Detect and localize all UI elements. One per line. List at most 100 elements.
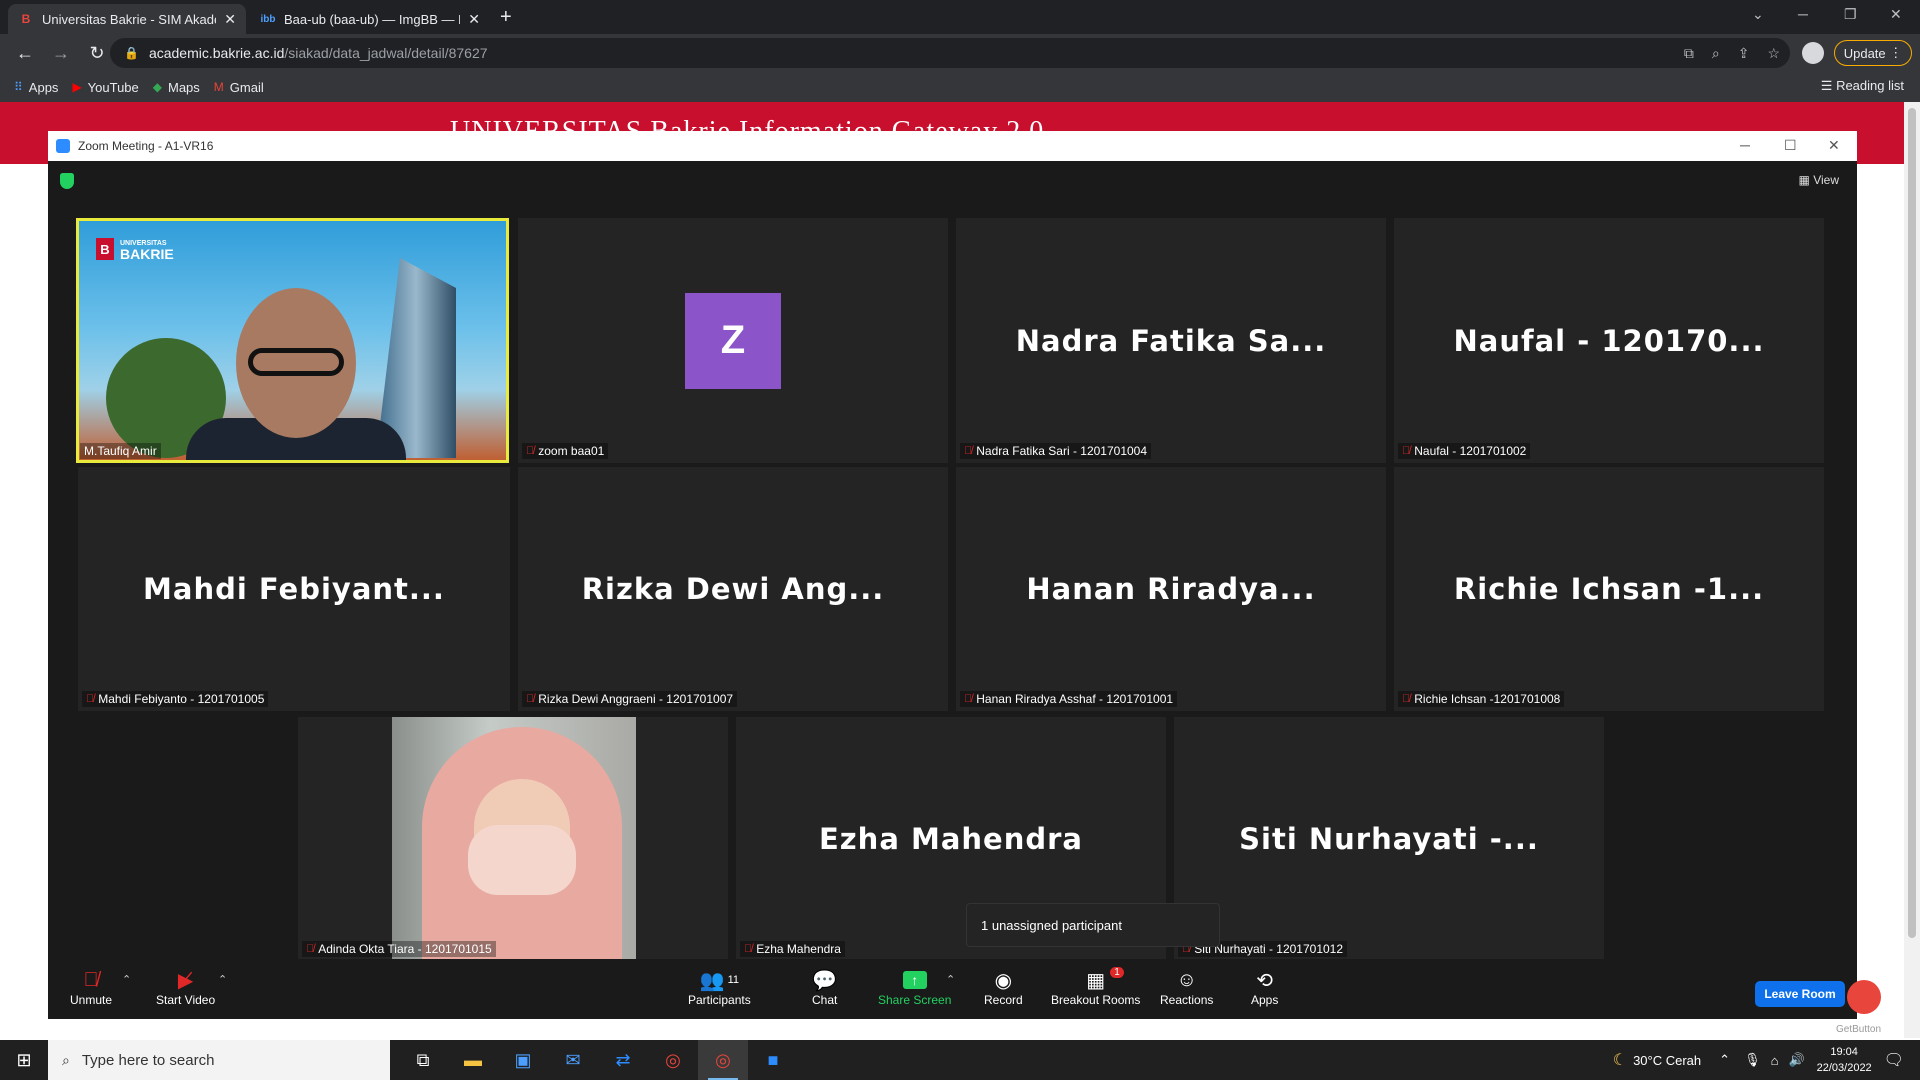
windows-start-icon[interactable]: ⊞ (0, 1040, 48, 1080)
scrollbar-thumb[interactable] (1908, 108, 1916, 938)
new-tab-button[interactable]: + (500, 6, 512, 29)
zoom-minimize-icon[interactable]: ─ (1740, 137, 1750, 153)
apps-button[interactable]: ⟲ Apps (1251, 967, 1278, 1008)
breakout-badge: 1 (1110, 967, 1124, 978)
participant-tile-adinda[interactable]: 🎙̸ Adinda Okta Tiara - 1201701015 (298, 717, 728, 961)
zoom-maximize-icon[interactable]: ☐ (1784, 137, 1797, 154)
getbutton-chat-fab[interactable] (1847, 980, 1881, 1014)
participant-tile-mahdi[interactable]: Mahdi Febiyant... 🎙̸ Mahdi Febiyanto - 12… (78, 467, 510, 711)
participant-name-label: 🎙̸ Ezha Mahendra (740, 941, 845, 957)
view-button[interactable]: ▦ View (1799, 173, 1839, 187)
page-scrollbar[interactable] (1904, 102, 1920, 1038)
tab-imgbb[interactable]: ibb Baa-ub (baa-ub) — ImgBB — Lar ✕ (250, 4, 490, 34)
imgbb-favicon-icon: ibb (260, 13, 276, 25)
share-options-caret-icon[interactable]: ⌃ (946, 973, 955, 986)
mail-icon[interactable]: ✉ (548, 1040, 598, 1080)
close-tab-icon[interactable]: ✕ (468, 11, 480, 28)
file-explorer-icon[interactable]: ▬ (448, 1040, 498, 1080)
forward-icon[interactable]: → (50, 43, 72, 64)
reactions-button[interactable]: ☺ Reactions (1160, 967, 1213, 1008)
participant-tile-hanan[interactable]: Hanan Riradya... 🎙̸ Hanan Riradya Asshaf … (956, 467, 1386, 711)
zoom-magnifier-icon[interactable]: ⌕ (1712, 45, 1720, 62)
audio-options-caret-icon[interactable]: ⌃ (122, 973, 131, 986)
muted-mic-icon: 🎙̸ (83, 968, 99, 991)
participant-tile-richie[interactable]: Richie Ichsan -1... 🎙̸ Richie Ichsan -120… (1394, 467, 1824, 711)
participant-tile-zoom-baa01[interactable]: Z 🎙̸ zoom baa01 (518, 218, 948, 463)
reading-list-button[interactable]: ☰ Reading list (1821, 78, 1904, 94)
reload-icon[interactable]: ↻ (86, 43, 108, 64)
bookmark-gmail[interactable]: M Gmail (214, 80, 264, 95)
participant-name-label: M.Taufiq Amir (80, 443, 161, 459)
weather-text[interactable]: 30°C Cerah (1633, 1053, 1701, 1068)
bookmark-star-icon[interactable]: ☆ (1767, 45, 1780, 62)
participant-name-label: 🎙̸ Rizka Dewi Anggraeni - 1201701007 (522, 691, 738, 707)
translate-icon[interactable]: ⧉ (1684, 45, 1694, 62)
participants-button[interactable]: 👥 11 Participants (688, 967, 751, 1008)
unmute-button[interactable]: 🎙̸ Unmute (70, 967, 112, 1008)
participant-display-name: Richie Ichsan -1... (1453, 572, 1765, 606)
notification-icon[interactable]: 🗨 (1884, 1050, 1904, 1070)
update-button[interactable]: Update ⋮ (1834, 40, 1912, 66)
chrome-icon[interactable]: ◎ (648, 1040, 698, 1080)
share-screen-button[interactable]: ↑ Share Screen (878, 967, 951, 1007)
back-icon[interactable]: ← (14, 43, 36, 64)
record-button[interactable]: ◉ Record (984, 967, 1023, 1008)
participant-name-label: 🎙̸ Mahdi Febiyanto - 1201701005 (82, 691, 269, 707)
video-options-caret-icon[interactable]: ⌃ (218, 973, 227, 986)
store-icon[interactable]: ▣ (498, 1040, 548, 1080)
participant-display-name: Hanan Riradya... (1026, 572, 1316, 606)
unassigned-participant-tooltip[interactable]: 1 unassigned participant (966, 903, 1220, 947)
muted-mic-icon: 🎙̸ (744, 943, 753, 955)
minimize-icon[interactable]: ─ (1798, 6, 1808, 22)
weather-icon[interactable]: ☾ (1613, 1050, 1627, 1070)
tray-chevron-icon[interactable]: ⌃ (1719, 1052, 1730, 1068)
tab-sim-akademik[interactable]: B Universitas Bakrie - SIM Akademi ✕ (8, 4, 246, 34)
encryption-shield-icon[interactable] (60, 173, 74, 189)
volume-icon[interactable]: 🔊 (1788, 1052, 1804, 1068)
microphone-icon[interactable]: 🎙 (1744, 1052, 1761, 1068)
tab-label: Baa-ub (baa-ub) — ImgBB — Lar (284, 11, 461, 27)
participant-tile-nadra[interactable]: Nadra Fatika Sa... 🎙̸ Nadra Fatika Sari -… (956, 218, 1386, 463)
zoom-taskbar-icon[interactable]: ■ (748, 1040, 798, 1080)
teamviewer-icon[interactable]: ⇄ (598, 1040, 648, 1080)
start-video-button[interactable]: ▶̸ Start Video (156, 967, 215, 1008)
participant-name-label: 🎙̸ Richie Ichsan -1201701008 (1398, 691, 1565, 707)
close-tab-icon[interactable]: ✕ (224, 11, 236, 28)
taskbar-search[interactable]: ⌕ Type here to search (48, 1040, 390, 1080)
zoom-app-icon (56, 139, 70, 153)
clock[interactable]: 19:04 22/03/2022 (1817, 1044, 1872, 1076)
tab-label: Universitas Bakrie - SIM Akademi (42, 11, 217, 27)
participant-name-label: 🎙̸ zoom baa01 (522, 443, 609, 459)
muted-mic-icon: 🎙̸ (964, 693, 973, 705)
chrome-profile-icon[interactable]: ◎ (698, 1040, 748, 1080)
muted-mic-icon: 🎙̸ (964, 445, 973, 457)
chat-button[interactable]: 💬 Chat (812, 967, 837, 1008)
tab-search-icon[interactable]: ⌄ (1752, 6, 1764, 23)
close-window-icon[interactable]: ✕ (1890, 6, 1902, 23)
participant-tile-taufiq[interactable]: B UNIVERSITAS BAKRIE M.Taufiq Amir (76, 218, 509, 463)
bookmark-maps[interactable]: ◆ Maps (153, 80, 200, 95)
participant-video (392, 717, 636, 961)
task-view-icon[interactable]: ⧉ (398, 1040, 448, 1080)
restore-icon[interactable]: ❐ (1844, 6, 1857, 23)
search-icon: ⌕ (62, 1051, 70, 1068)
participants-icon: 👥 11 (699, 969, 740, 992)
muted-mic-icon: 🎙̸ (526, 445, 535, 457)
profile-avatar[interactable] (1802, 42, 1824, 64)
share-icon[interactable]: ⇪ (1738, 45, 1750, 62)
bookmark-youtube[interactable]: ▶ YouTube (72, 80, 138, 95)
muted-mic-icon: 🎙̸ (86, 693, 95, 705)
participant-name-label: 🎙̸ Nadra Fatika Sari - 1201701004 (960, 443, 1152, 459)
breakout-rooms-button[interactable]: ▦ 1 Breakout Rooms (1051, 967, 1140, 1007)
network-icon[interactable]: ⌂ (1771, 1053, 1779, 1068)
url-text[interactable]: academic.bakrie.ac.id/siakad/data_jadwal… (149, 45, 488, 61)
zoom-close-icon[interactable]: ✕ (1828, 137, 1840, 154)
leave-room-button[interactable]: Leave Room (1755, 981, 1845, 1007)
participant-tile-siti[interactable]: Siti Nurhayati -... 🎙̸ Siti Nurhayati - 1… (1174, 717, 1604, 961)
participant-tile-naufal[interactable]: Naufal - 120170... 🎙̸ Naufal - 1201701002 (1394, 218, 1824, 463)
address-bar[interactable]: 🔒 academic.bakrie.ac.id/siakad/data_jadw… (110, 38, 1790, 68)
bookmark-apps[interactable]: ⠿ Apps (14, 80, 58, 95)
lock-icon[interactable]: 🔒 (124, 46, 139, 60)
muted-mic-icon: 🎙̸ (1402, 445, 1411, 457)
participant-tile-rizka[interactable]: Rizka Dewi Ang... 🎙̸ Rizka Dewi Anggraeni… (518, 467, 948, 711)
